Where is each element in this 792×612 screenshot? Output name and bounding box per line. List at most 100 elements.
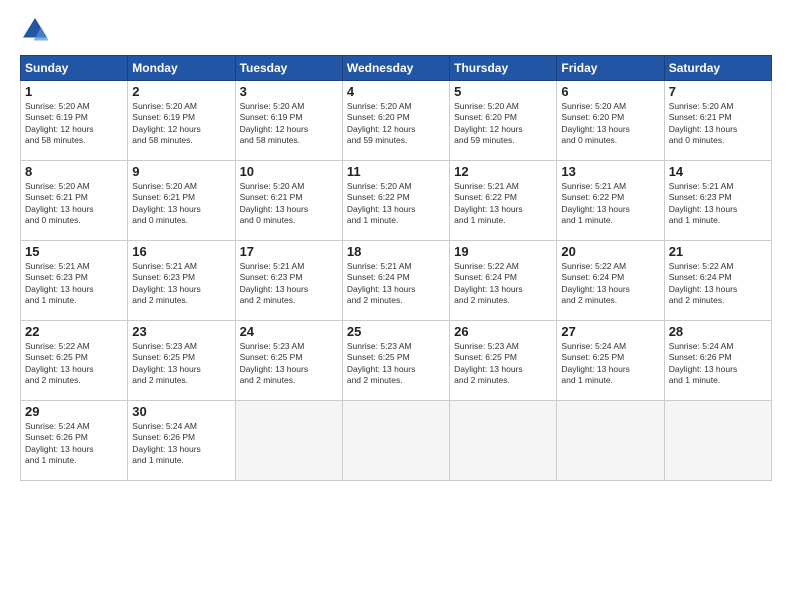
calendar-cell: 7 Sunrise: 5:20 AM Sunset: 6:21 PM Daylig…: [664, 81, 771, 161]
calendar-cell: [664, 401, 771, 481]
cell-info: Sunrise: 5:20 AM Sunset: 6:21 PM Dayligh…: [240, 181, 338, 227]
day-number: 25: [347, 324, 445, 339]
calendar-cell: 13Sunrise: 5:21 AM Sunset: 6:22 PM Dayli…: [557, 161, 664, 241]
calendar-cell: 21 Sunrise: 5:22 AM Sunset: 6:24 PM Dayli…: [664, 241, 771, 321]
calendar-cell: 15 Sunrise: 5:21 AM Sunset: 6:23 PM Dayli…: [21, 241, 128, 321]
calendar-cell: 22 Sunrise: 5:22 AM Sunset: 6:25 PM Dayli…: [21, 321, 128, 401]
calendar-cell: 17 Sunrise: 5:21 AM Sunset: 6:23 PM Dayli…: [235, 241, 342, 321]
calendar-cell: 5 Sunrise: 5:20 AM Sunset: 6:20 PM Daylig…: [450, 81, 557, 161]
calendar-cell: 12Sunrise: 5:21 AM Sunset: 6:22 PM Dayli…: [450, 161, 557, 241]
cell-info: Sunrise: 5:21 AM Sunset: 6:23 PM Dayligh…: [240, 261, 338, 307]
calendar-cell: 10 Sunrise: 5:20 AM Sunset: 6:21 PM Dayli…: [235, 161, 342, 241]
calendar-cell: 18 Sunrise: 5:21 AM Sunset: 6:24 PM Dayli…: [342, 241, 449, 321]
day-number: 4: [347, 84, 445, 99]
calendar-cell: 28 Sunrise: 5:24 AM Sunset: 6:26 PM Dayli…: [664, 321, 771, 401]
cell-info: Sunrise: 5:24 AM Sunset: 6:25 PM Dayligh…: [561, 341, 659, 387]
page: SundayMondayTuesdayWednesdayThursdayFrid…: [0, 0, 792, 612]
cell-info: Sunrise: 5:20 AM Sunset: 6:21 PM Dayligh…: [25, 181, 123, 227]
day-number: 18: [347, 244, 445, 259]
day-of-week-header: Thursday: [450, 56, 557, 81]
cell-info: Sunrise: 5:22 AM Sunset: 6:24 PM Dayligh…: [561, 261, 659, 307]
day-number: 24: [240, 324, 338, 339]
day-number: 14: [669, 164, 767, 179]
calendar-cell: [235, 401, 342, 481]
calendar-row: 8 Sunrise: 5:20 AM Sunset: 6:21 PM Daylig…: [21, 161, 772, 241]
cell-info: Sunrise: 5:20 AM Sunset: 6:20 PM Dayligh…: [454, 101, 552, 147]
day-number: 7: [669, 84, 767, 99]
day-number: 26: [454, 324, 552, 339]
cell-info: Sunrise: 5:21 AM Sunset: 6:23 PM Dayligh…: [132, 261, 230, 307]
cell-info: Sunrise: 5:23 AM Sunset: 6:25 PM Dayligh…: [454, 341, 552, 387]
cell-info: Sunrise: 5:20 AM Sunset: 6:20 PM Dayligh…: [347, 101, 445, 147]
logo-icon: [20, 15, 50, 45]
day-number: 20: [561, 244, 659, 259]
cell-info: Sunrise: 5:21 AM Sunset: 6:22 PM Dayligh…: [454, 181, 552, 227]
day-number: 9: [132, 164, 230, 179]
cell-info: Sunrise: 5:20 AM Sunset: 6:19 PM Dayligh…: [132, 101, 230, 147]
cell-info: Sunrise: 5:23 AM Sunset: 6:25 PM Dayligh…: [132, 341, 230, 387]
calendar-cell: 11 Sunrise: 5:20 AM Sunset: 6:22 PM Dayli…: [342, 161, 449, 241]
calendar-header-row: SundayMondayTuesdayWednesdayThursdayFrid…: [21, 56, 772, 81]
header: [20, 15, 772, 45]
day-number: 21: [669, 244, 767, 259]
day-of-week-header: Friday: [557, 56, 664, 81]
cell-info: Sunrise: 5:24 AM Sunset: 6:26 PM Dayligh…: [132, 421, 230, 467]
calendar-cell: 16 Sunrise: 5:21 AM Sunset: 6:23 PM Dayli…: [128, 241, 235, 321]
calendar-cell: 29 Sunrise: 5:24 AM Sunset: 6:26 PM Dayli…: [21, 401, 128, 481]
calendar-cell: 1 Sunrise: 5:20 AM Sunset: 6:19 PM Daylig…: [21, 81, 128, 161]
day-number: 15: [25, 244, 123, 259]
calendar-cell: 20 Sunrise: 5:22 AM Sunset: 6:24 PM Dayli…: [557, 241, 664, 321]
day-number: 11: [347, 164, 445, 179]
calendar-cell: 8 Sunrise: 5:20 AM Sunset: 6:21 PM Daylig…: [21, 161, 128, 241]
calendar: SundayMondayTuesdayWednesdayThursdayFrid…: [20, 55, 772, 481]
day-number: 19: [454, 244, 552, 259]
day-number: 27: [561, 324, 659, 339]
calendar-cell: 30Sunrise: 5:24 AM Sunset: 6:26 PM Dayli…: [128, 401, 235, 481]
day-number: 17: [240, 244, 338, 259]
calendar-cell: 4 Sunrise: 5:20 AM Sunset: 6:20 PM Daylig…: [342, 81, 449, 161]
day-number: 22: [25, 324, 123, 339]
day-number: 5: [454, 84, 552, 99]
calendar-cell: 25 Sunrise: 5:23 AM Sunset: 6:25 PM Dayli…: [342, 321, 449, 401]
calendar-row: 29 Sunrise: 5:24 AM Sunset: 6:26 PM Dayli…: [21, 401, 772, 481]
cell-info: Sunrise: 5:20 AM Sunset: 6:21 PM Dayligh…: [132, 181, 230, 227]
logo: [20, 15, 54, 45]
cell-info: Sunrise: 5:24 AM Sunset: 6:26 PM Dayligh…: [669, 341, 767, 387]
calendar-cell: 24 Sunrise: 5:23 AM Sunset: 6:25 PM Dayli…: [235, 321, 342, 401]
day-of-week-header: Saturday: [664, 56, 771, 81]
day-number: 10: [240, 164, 338, 179]
day-number: 29: [25, 404, 123, 419]
day-number: 28: [669, 324, 767, 339]
calendar-cell: [450, 401, 557, 481]
day-number: 23: [132, 324, 230, 339]
day-number: 8: [25, 164, 123, 179]
cell-info: Sunrise: 5:23 AM Sunset: 6:25 PM Dayligh…: [347, 341, 445, 387]
day-of-week-header: Tuesday: [235, 56, 342, 81]
calendar-cell: 19Sunrise: 5:22 AM Sunset: 6:24 PM Dayli…: [450, 241, 557, 321]
cell-info: Sunrise: 5:21 AM Sunset: 6:24 PM Dayligh…: [347, 261, 445, 307]
day-number: 6: [561, 84, 659, 99]
cell-info: Sunrise: 5:21 AM Sunset: 6:23 PM Dayligh…: [669, 181, 767, 227]
calendar-cell: [557, 401, 664, 481]
day-of-week-header: Monday: [128, 56, 235, 81]
calendar-cell: 26 Sunrise: 5:23 AM Sunset: 6:25 PM Dayli…: [450, 321, 557, 401]
cell-info: Sunrise: 5:20 AM Sunset: 6:19 PM Dayligh…: [25, 101, 123, 147]
cell-info: Sunrise: 5:22 AM Sunset: 6:24 PM Dayligh…: [669, 261, 767, 307]
cell-info: Sunrise: 5:24 AM Sunset: 6:26 PM Dayligh…: [25, 421, 123, 467]
cell-info: Sunrise: 5:21 AM Sunset: 6:23 PM Dayligh…: [25, 261, 123, 307]
day-of-week-header: Sunday: [21, 56, 128, 81]
cell-info: Sunrise: 5:20 AM Sunset: 6:22 PM Dayligh…: [347, 181, 445, 227]
cell-info: Sunrise: 5:20 AM Sunset: 6:19 PM Dayligh…: [240, 101, 338, 147]
day-number: 16: [132, 244, 230, 259]
calendar-cell: 23 Sunrise: 5:23 AM Sunset: 6:25 PM Dayli…: [128, 321, 235, 401]
calendar-row: 15 Sunrise: 5:21 AM Sunset: 6:23 PM Dayli…: [21, 241, 772, 321]
cell-info: Sunrise: 5:22 AM Sunset: 6:25 PM Dayligh…: [25, 341, 123, 387]
calendar-cell: 6 Sunrise: 5:20 AM Sunset: 6:20 PM Daylig…: [557, 81, 664, 161]
day-number: 1: [25, 84, 123, 99]
cell-info: Sunrise: 5:20 AM Sunset: 6:21 PM Dayligh…: [669, 101, 767, 147]
day-number: 3: [240, 84, 338, 99]
day-number: 2: [132, 84, 230, 99]
cell-info: Sunrise: 5:20 AM Sunset: 6:20 PM Dayligh…: [561, 101, 659, 147]
calendar-cell: [342, 401, 449, 481]
cell-info: Sunrise: 5:23 AM Sunset: 6:25 PM Dayligh…: [240, 341, 338, 387]
